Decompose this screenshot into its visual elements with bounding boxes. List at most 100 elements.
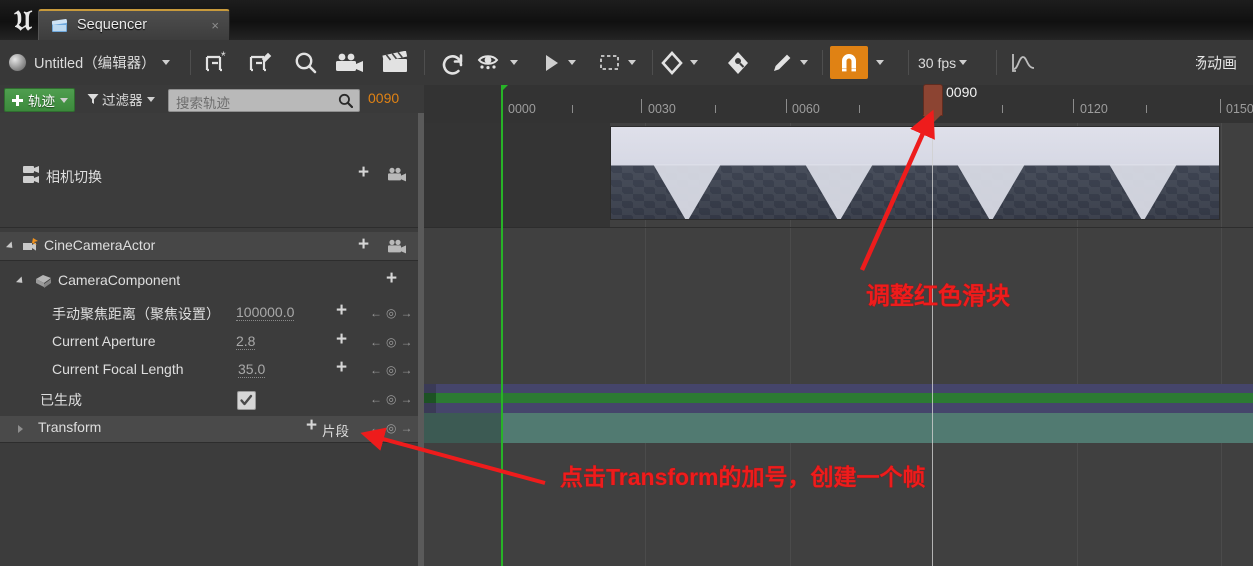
keyframe-nav[interactable]: ← ◎ →: [370, 421, 412, 435]
key-interp-icon[interactable]: [718, 40, 758, 85]
search-icon[interactable]: [288, 40, 324, 85]
sequencer-icon: [51, 18, 68, 35]
chevron-down-icon[interactable]: [690, 60, 698, 65]
selection-button[interactable]: [598, 40, 644, 85]
playback-button[interactable]: [540, 40, 584, 85]
chevron-down-icon[interactable]: [161, 60, 170, 65]
next-key-icon[interactable]: →: [400, 421, 412, 435]
add-key-icon[interactable]: ◎: [386, 421, 396, 435]
track-row-camera-cuts[interactable]: 相机切换 +: [0, 113, 418, 227]
next-key-icon[interactable]: →: [400, 306, 412, 320]
ruler-tick-label: 0000: [508, 102, 536, 116]
fps-dropdown[interactable]: 30 fps: [918, 40, 968, 85]
keyframe-button[interactable]: [660, 40, 704, 85]
clapperboard-icon[interactable]: [376, 40, 414, 85]
chevron-down-icon[interactable]: [510, 60, 518, 65]
track-row-cinecameraactor[interactable]: CineCameraActor +: [0, 232, 418, 260]
visibility-button[interactable]: [476, 40, 522, 85]
svg-text:*: *: [221, 51, 226, 63]
track-row-current-aperture[interactable]: Current Aperture 2.8 + ← ◎ →: [0, 330, 418, 356]
track-row-cameracomponent[interactable]: CameraComponent +: [0, 268, 418, 294]
keyframe-nav[interactable]: ← ◎ →: [370, 392, 412, 406]
chevron-down-icon[interactable]: [959, 60, 968, 65]
edit-camera-button[interactable]: [242, 40, 278, 85]
add-key-plus-icon[interactable]: +: [336, 301, 347, 320]
track-band-transform[interactable]: [501, 413, 1253, 443]
timeline-ruler[interactable]: 0000 0030 0060 0120 0150: [424, 85, 1253, 123]
track-label: CineCameraActor: [44, 237, 156, 253]
fps-label: 30 fps: [918, 54, 957, 71]
divider: [822, 50, 823, 75]
spawned-checkbox[interactable]: [237, 391, 256, 410]
track-toolbar: 轨迹 过滤器 搜索轨迹 0090: [0, 85, 424, 114]
track-row-spawned[interactable]: 已生成 ← ◎ →: [0, 387, 418, 413]
next-key-icon[interactable]: →: [400, 392, 412, 406]
camera-cut-empty-area[interactable]: [424, 123, 610, 227]
chevron-down-icon[interactable]: [628, 60, 636, 65]
add-key-icon[interactable]: ◎: [386, 392, 396, 406]
playback-start-handle[interactable]: [501, 85, 508, 92]
prev-key-icon[interactable]: ←: [370, 363, 382, 377]
curve-editor-icon[interactable]: [1004, 40, 1044, 85]
snap-options-dropdown[interactable]: [876, 40, 906, 85]
add-track-plus-icon[interactable]: +: [386, 269, 397, 288]
chevron-down-icon[interactable]: [876, 60, 884, 65]
sequence-selector[interactable]: Untitled（编辑器）: [8, 40, 170, 85]
keyframe-nav[interactable]: ← ◎ →: [370, 363, 412, 377]
expander-icon[interactable]: [15, 276, 29, 289]
filter-button[interactable]: 过滤器: [87, 88, 155, 110]
camera-icon[interactable]: [330, 40, 370, 85]
camera-cut-section[interactable]: [610, 126, 1220, 220]
thumbnail-frame: [1067, 127, 1219, 219]
search-placeholder: 搜索轨迹: [176, 96, 230, 111]
add-key-icon[interactable]: ◎: [386, 363, 396, 377]
pencil-button[interactable]: [770, 40, 814, 85]
add-key-plus-icon[interactable]: +: [336, 330, 347, 349]
next-key-icon[interactable]: →: [400, 363, 412, 377]
add-track-button[interactable]: 轨迹: [4, 88, 75, 112]
playback-start-marker[interactable]: [501, 85, 503, 566]
search-input[interactable]: 搜索轨迹: [168, 89, 360, 112]
track-row-manual-focus-distance[interactable]: 手动聚焦距离（聚焦设置） 100000.0 + ← ◎ →: [0, 301, 418, 327]
add-key-icon[interactable]: ◎: [386, 306, 396, 320]
next-key-icon[interactable]: →: [400, 335, 412, 349]
keyframe-nav[interactable]: ← ◎ →: [370, 335, 412, 349]
add-track-label: 轨迹: [28, 94, 55, 109]
chevron-down-icon[interactable]: [568, 60, 576, 65]
track-label: CameraComponent: [58, 272, 181, 288]
add-track-plus-icon[interactable]: +: [358, 163, 369, 182]
tab-sequencer[interactable]: Sequencer ×: [38, 9, 230, 42]
cine-camera-actor-icon: [22, 238, 40, 255]
snap-magnet-button[interactable]: [830, 46, 868, 79]
ruler-minor-tick: [1146, 105, 1147, 113]
create-camera-button[interactable]: *: [198, 40, 234, 85]
chevron-down-icon[interactable]: [146, 96, 155, 102]
prev-key-icon[interactable]: ←: [370, 421, 382, 435]
property-label: 已生成: [40, 392, 82, 408]
expander-icon[interactable]: [5, 241, 19, 254]
property-value[interactable]: 2.8: [236, 333, 256, 350]
prev-key-icon[interactable]: ←: [370, 306, 382, 320]
track-band-transform-left[interactable]: [424, 413, 501, 443]
add-section-plus-icon[interactable]: +: [306, 416, 317, 435]
track-label: 相机切换: [46, 169, 102, 185]
chevron-down-icon[interactable]: [800, 60, 808, 65]
undo-icon[interactable]: [434, 40, 472, 85]
add-track-plus-icon[interactable]: +: [358, 235, 369, 254]
add-key-plus-icon[interactable]: +: [336, 358, 347, 377]
prev-key-icon[interactable]: ←: [370, 392, 382, 406]
prev-key-icon[interactable]: ←: [370, 335, 382, 349]
camera-icon[interactable]: [386, 167, 408, 183]
chevron-down-icon[interactable]: [60, 97, 68, 103]
playhead-handle[interactable]: [923, 84, 943, 124]
close-icon[interactable]: ×: [211, 18, 219, 33]
track-row-current-focal-length[interactable]: Current Focal Length 35.0 + ← ◎ →: [0, 358, 418, 384]
track-row-transform[interactable]: Transform + 片段 ← ◎ →: [0, 416, 418, 442]
add-key-icon[interactable]: ◎: [386, 335, 396, 349]
property-label: Current Aperture: [52, 333, 156, 349]
property-value[interactable]: 35.0: [238, 361, 266, 378]
camera-icon[interactable]: [386, 239, 408, 255]
property-value[interactable]: 100000.0: [236, 304, 295, 321]
keyframe-nav[interactable]: ← ◎ →: [370, 306, 412, 320]
expander-icon[interactable]: [18, 425, 23, 433]
